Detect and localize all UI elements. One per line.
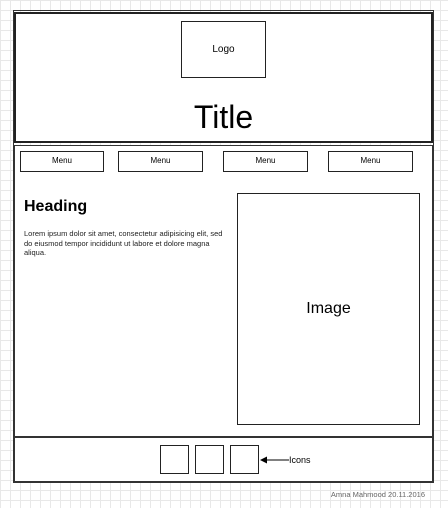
menu-button-label: Menu	[255, 155, 276, 165]
author-signature: Amna Mahmood 20.11.2016	[330, 490, 425, 499]
content-body-text: Lorem ipsum dolor sit amet, consectetur …	[24, 229, 223, 257]
menu-button-label: Menu	[150, 155, 171, 165]
menu-button-label: Menu	[360, 155, 381, 165]
menu-button-4[interactable]: Menu	[328, 151, 413, 172]
content-heading: Heading	[24, 198, 88, 215]
menu-button-2[interactable]: Menu	[118, 151, 203, 172]
logo-label: Logo	[212, 44, 235, 55]
image-placeholder: Image	[237, 193, 420, 425]
footer-icon-2[interactable]	[195, 445, 224, 474]
icons-annotation: Icons	[289, 455, 311, 465]
footer-icon-1[interactable]	[160, 445, 189, 474]
image-label: Image	[306, 300, 351, 317]
menu-button-label: Menu	[51, 155, 72, 165]
menu-button-3[interactable]: Menu	[223, 151, 308, 172]
logo-placeholder: Logo	[181, 21, 266, 78]
page-title: Title	[193, 99, 254, 135]
menu-button-1[interactable]: Menu	[20, 151, 104, 172]
footer-icon-3[interactable]	[230, 445, 259, 474]
arrow-left-icon	[260, 456, 289, 464]
